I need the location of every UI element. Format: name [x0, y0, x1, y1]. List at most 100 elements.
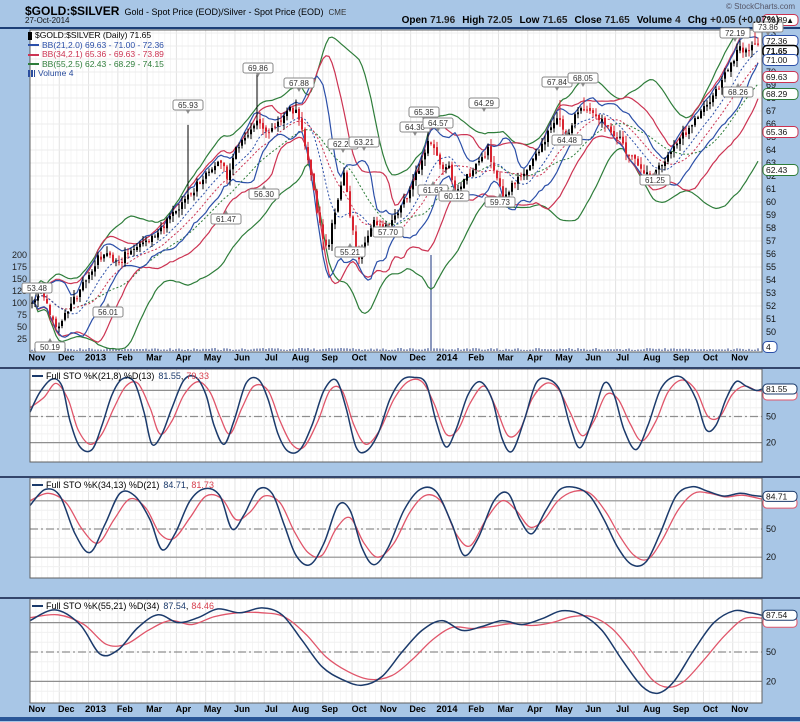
- sto-21-legend-name: Full STO %K(21,8) %D(13): [46, 371, 154, 381]
- volume-bar: [169, 348, 171, 351]
- candle-body: [541, 144, 543, 152]
- candle-body: [700, 111, 702, 119]
- volume-bar: [652, 349, 654, 351]
- candle-body: [556, 118, 558, 124]
- volume-bar: [331, 348, 333, 351]
- candle-body: [547, 131, 549, 142]
- volume-bar: [361, 350, 363, 351]
- volume-bar: [190, 350, 192, 351]
- volume-bar: [175, 349, 177, 351]
- volume-bar: [475, 348, 477, 351]
- main-chart-legend: $GOLD:$SILVER (Daily) 71.65 BB(21,2.0) 6…: [28, 31, 164, 79]
- volume-bar: [589, 350, 591, 351]
- x-month-label: Jun: [234, 353, 250, 363]
- volume-bar: [637, 349, 639, 351]
- sto-k-line-swatch: [32, 375, 43, 377]
- sto-axis-label: 20: [766, 438, 776, 448]
- volume-bar: [490, 348, 492, 351]
- candle-body: [640, 164, 642, 169]
- candle-body: [583, 109, 585, 110]
- x-month-label: Aug: [643, 704, 661, 714]
- volume-bar: [181, 349, 183, 351]
- candle-body: [703, 106, 705, 112]
- volume-bar: [577, 348, 579, 351]
- candle-body: [199, 182, 201, 184]
- volume-bar: [454, 350, 456, 351]
- annotation-value: 67.84: [547, 78, 568, 87]
- volume-bar: [343, 348, 345, 351]
- candle-body: [34, 301, 36, 303]
- x-month-label: Feb: [117, 704, 134, 714]
- volume-bar: [352, 348, 354, 351]
- volume-bar: [145, 349, 147, 351]
- x-month-label: Sep: [322, 704, 339, 714]
- volume-bar: [133, 349, 135, 351]
- candle-body: [277, 122, 279, 127]
- x-month-label: Aug: [292, 353, 310, 363]
- x-month-label: Sep: [673, 353, 690, 363]
- x-month-label: Oct: [703, 353, 718, 363]
- candle-body: [403, 200, 405, 205]
- ohlc-value: 71.65: [542, 15, 567, 26]
- volume-bar: [154, 348, 156, 351]
- volume-bar: [409, 348, 411, 351]
- candle-body: [601, 119, 603, 121]
- volume-bar: [547, 349, 549, 351]
- candle-body: [595, 114, 597, 116]
- chart-canvas: 80502081.5580502084.7180502087.545051525…: [0, 0, 800, 722]
- candle-body: [211, 169, 213, 172]
- volume-bar: [301, 348, 303, 351]
- volume-bar: [610, 349, 612, 351]
- annotation-value: 55.21: [340, 248, 361, 257]
- volume-bar: [517, 348, 519, 351]
- axis-callout-value: 71.00: [766, 55, 788, 65]
- y-tick-label: 50: [766, 327, 776, 337]
- comma: ,: [186, 480, 189, 490]
- sto-55-k-value: 87.54: [163, 601, 186, 611]
- y-tick-label: 56: [766, 249, 776, 259]
- volume-bar: [82, 349, 84, 351]
- candle-body: [364, 243, 366, 247]
- candle-body: [331, 223, 333, 244]
- annotation-value: 61.47: [216, 215, 237, 224]
- volume-bar: [748, 349, 750, 351]
- candle-body: [64, 313, 66, 320]
- candle-body: [226, 167, 228, 179]
- x-month-label: Mar: [146, 704, 163, 714]
- volume-bar: [424, 349, 426, 351]
- candle-body: [76, 298, 78, 299]
- candle-body: [517, 177, 519, 184]
- candle-body: [292, 108, 294, 114]
- candle-body: [250, 129, 252, 134]
- volume-bar: [124, 349, 126, 351]
- candle-body: [607, 125, 609, 126]
- sto-34-legend-name: Full STO %K(34,13) %D(21): [46, 480, 159, 490]
- candle-body: [145, 241, 147, 243]
- annotation-value: 59.73: [490, 198, 511, 207]
- volume-bar: [127, 349, 129, 351]
- candle-body: [379, 224, 381, 225]
- volume-bar: [646, 348, 648, 351]
- volume-bar: [436, 348, 438, 351]
- candle-body: [301, 118, 303, 129]
- candle-body: [304, 129, 306, 146]
- candle-body: [733, 61, 735, 64]
- candle-body: [58, 327, 60, 329]
- volume-bar: [178, 348, 180, 351]
- x-month-label: Apr: [176, 353, 192, 363]
- y-tick-label: 64: [766, 145, 776, 155]
- candle-body: [397, 213, 399, 215]
- volume-bar: [382, 348, 384, 351]
- candle-body: [136, 247, 138, 250]
- volume-bar: [661, 350, 663, 351]
- ohlc-item: Chg+0.05 (+0.07%): [688, 15, 779, 26]
- volume-bar: [715, 350, 717, 351]
- candle-body: [313, 174, 315, 190]
- candle-body: [49, 305, 51, 315]
- x-month-label: May: [204, 704, 222, 714]
- volume-bar: [757, 348, 759, 351]
- volume-tick-label: 50: [17, 322, 27, 332]
- volume-bar: [196, 349, 198, 351]
- y-tick-label: 58: [766, 223, 776, 233]
- axis-callout-value: 69.63: [766, 72, 788, 82]
